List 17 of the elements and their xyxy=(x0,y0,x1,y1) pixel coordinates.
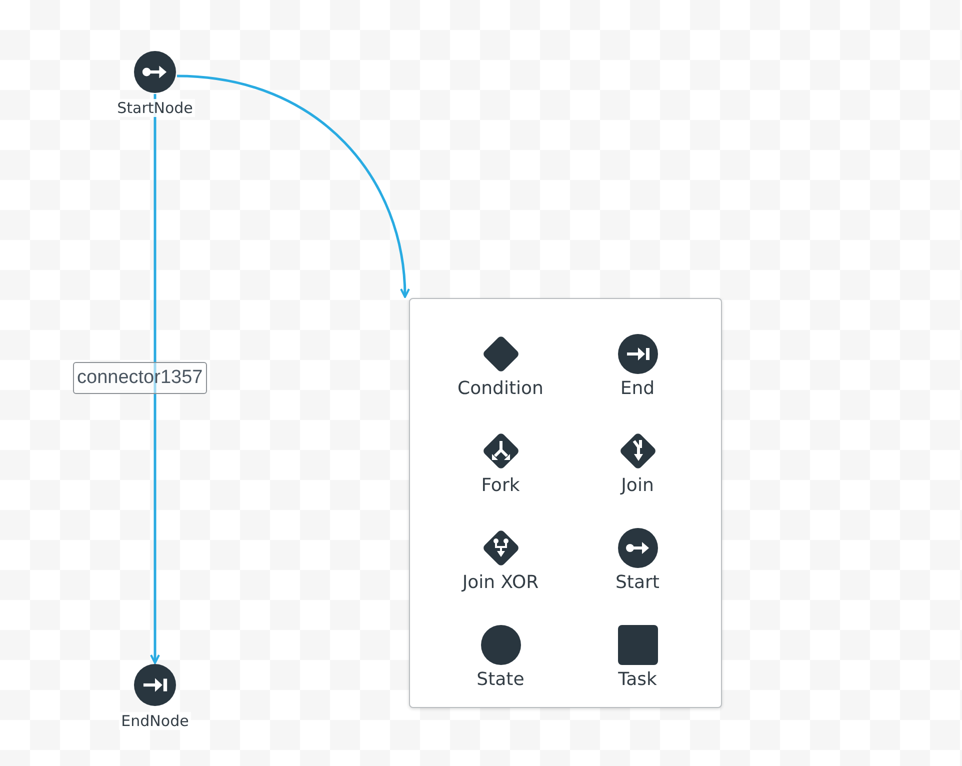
palette-item[interactable]: Join XOR xyxy=(432,528,569,625)
start-icon[interactable] xyxy=(134,51,176,93)
palette-item[interactable]: State xyxy=(432,625,569,722)
node-label: EndNode xyxy=(119,712,191,730)
end-icon[interactable] xyxy=(134,664,176,706)
circle-icon xyxy=(480,625,520,665)
connector-label[interactable]: connector1357 xyxy=(73,362,207,394)
start-icon xyxy=(618,528,658,568)
palette-item[interactable]: End xyxy=(569,334,706,431)
palette-item[interactable]: Join xyxy=(569,431,706,528)
palette-item[interactable]: Start xyxy=(569,528,706,625)
node-label: StartNode xyxy=(115,99,195,117)
palette-item[interactable]: Fork xyxy=(432,431,569,528)
palette-item[interactable]: Task xyxy=(569,625,706,722)
end-icon xyxy=(618,334,658,374)
square-icon xyxy=(618,625,658,665)
palette-item[interactable]: Condition xyxy=(432,334,569,431)
